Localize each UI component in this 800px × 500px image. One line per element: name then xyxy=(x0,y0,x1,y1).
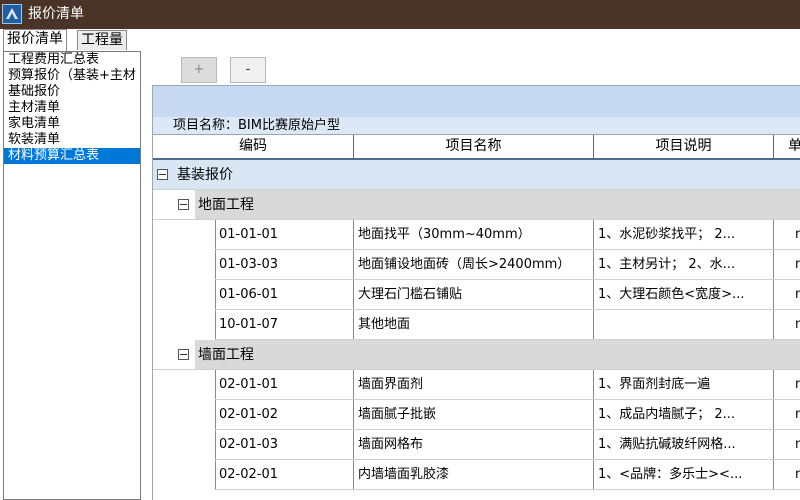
cell-description: 1、水泥砂浆找平； 2... xyxy=(594,220,774,249)
table-row[interactable]: 10-01-07 其他地面 m xyxy=(153,310,800,340)
cell-description: 1、主材另计； 2、水... xyxy=(594,250,774,279)
cell-name: 地面找平（30mm~40mm） xyxy=(354,220,594,249)
cell-name: 地面铺设地面砖（周长>2400mm） xyxy=(354,250,594,279)
cell-unit: m xyxy=(774,370,800,399)
add-button[interactable]: + xyxy=(181,57,217,83)
table-row[interactable]: 02-01-02 墙面腻子批嵌 1、成品内墙腻子； 2... m xyxy=(153,400,800,430)
title-bar: 报价清单 xyxy=(0,0,800,29)
cell-code: 01-01-01 xyxy=(215,220,354,249)
cell-code: 02-01-02 xyxy=(215,400,354,429)
tab-quantity[interactable]: 工程量 xyxy=(77,30,127,50)
cell-code: 02-02-01 xyxy=(215,460,354,489)
group-row-basic-quote[interactable]: 基装报价 xyxy=(153,160,800,190)
cell-code: 02-01-03 xyxy=(215,430,354,459)
remove-button[interactable]: - xyxy=(230,57,266,83)
cell-code: 10-01-07 xyxy=(215,310,354,339)
collapse-icon[interactable] xyxy=(178,349,189,360)
column-header-code[interactable]: 编码 xyxy=(153,135,354,158)
cell-name: 墙面界面剂 xyxy=(354,370,594,399)
cell-unit: m xyxy=(774,220,800,249)
cell-description: 1、大理石颜色<宽度>... xyxy=(594,280,774,309)
cell-description: 1、<品牌：多乐士><... xyxy=(594,460,774,489)
tab-bar: 报价清单 工程量 xyxy=(0,29,800,51)
table-row[interactable]: 02-01-03 墙面网格布 1、满贴抗碱玻纤网格... m xyxy=(153,430,800,460)
cell-code: 01-06-01 xyxy=(215,280,354,309)
subgroup-row-wall[interactable]: 墙面工程 xyxy=(153,340,800,370)
cell-unit: m xyxy=(774,400,800,429)
cell-description: 1、界面剂封底一遍 xyxy=(594,370,774,399)
column-header-name[interactable]: 项目名称 xyxy=(354,135,594,158)
table-header-band xyxy=(153,86,800,117)
sidebar-item-cost-summary[interactable]: 工程费用汇总表 xyxy=(4,52,140,68)
group-label: 基装报价 xyxy=(177,167,233,183)
column-header-description[interactable]: 项目说明 xyxy=(594,135,774,158)
table-row[interactable]: 01-03-03 地面铺设地面砖（周长>2400mm） 1、主材另计； 2、水.… xyxy=(153,250,800,280)
sidebar-list[interactable]: 工程费用汇总表 预算报价（基装+主材 基础报价 主材清单 家电清单 软装清单 材… xyxy=(3,51,141,500)
cell-description xyxy=(594,310,774,339)
cell-name: 其他地面 xyxy=(354,310,594,339)
table-row[interactable]: 01-01-01 地面找平（30mm~40mm） 1、水泥砂浆找平； 2... … xyxy=(153,220,800,250)
tab-quote-list[interactable]: 报价清单 xyxy=(3,29,67,51)
cell-name: 内墙墙面乳胶漆 xyxy=(354,460,594,489)
cell-unit: m xyxy=(774,310,800,339)
cell-code: 01-03-03 xyxy=(215,250,354,279)
sidebar-item-appliances[interactable]: 家电清单 xyxy=(4,116,140,132)
quote-table-panel: 项目名称：BIM比赛原始户型 编码 项目名称 项目说明 单 基装报价 地面工程 … xyxy=(152,85,800,500)
subgroup-row-floor[interactable]: 地面工程 xyxy=(153,190,800,220)
subgroup-label: 地面工程 xyxy=(198,197,254,213)
app-logo-icon xyxy=(2,4,22,24)
cell-unit: m xyxy=(774,430,800,459)
cell-name: 大理石门槛石铺贴 xyxy=(354,280,594,309)
column-header-unit[interactable]: 单 xyxy=(774,135,800,158)
table-row[interactable]: 02-02-01 内墙墙面乳胶漆 1、<品牌：多乐士><... m xyxy=(153,460,800,490)
sidebar-item-main-materials[interactable]: 主材清单 xyxy=(4,100,140,116)
sidebar-item-material-budget-summary[interactable]: 材料预算汇总表 xyxy=(4,148,140,164)
sidebar-item-soft-furnishing[interactable]: 软装清单 xyxy=(4,132,140,148)
cell-unit: m xyxy=(774,460,800,489)
cell-description: 1、满贴抗碱玻纤网格... xyxy=(594,430,774,459)
collapse-icon[interactable] xyxy=(178,199,189,210)
project-name: 项目名称：BIM比赛原始户型 xyxy=(153,117,800,135)
cell-description: 1、成品内墙腻子； 2... xyxy=(594,400,774,429)
cell-name: 墙面网格布 xyxy=(354,430,594,459)
table-row[interactable]: 02-01-01 墙面界面剂 1、界面剂封底一遍 m xyxy=(153,370,800,400)
sidebar-item-basic-quote[interactable]: 基础报价 xyxy=(4,84,140,100)
main-content: + - 项目名称：BIM比赛原始户型 编码 项目名称 项目说明 单 基装报价 地… xyxy=(141,51,800,500)
table-row[interactable]: 01-06-01 大理石门槛石铺贴 1、大理石颜色<宽度>... m xyxy=(153,280,800,310)
window-title: 报价清单 xyxy=(28,6,84,22)
table-header: 编码 项目名称 项目说明 单 xyxy=(153,135,800,160)
cell-unit: m xyxy=(774,250,800,279)
sidebar-item-budget-quote[interactable]: 预算报价（基装+主材 xyxy=(4,68,140,84)
collapse-icon[interactable] xyxy=(157,169,168,180)
cell-name: 墙面腻子批嵌 xyxy=(354,400,594,429)
cell-code: 02-01-01 xyxy=(215,370,354,399)
subgroup-label: 墙面工程 xyxy=(198,347,254,363)
cell-unit: m xyxy=(774,280,800,309)
